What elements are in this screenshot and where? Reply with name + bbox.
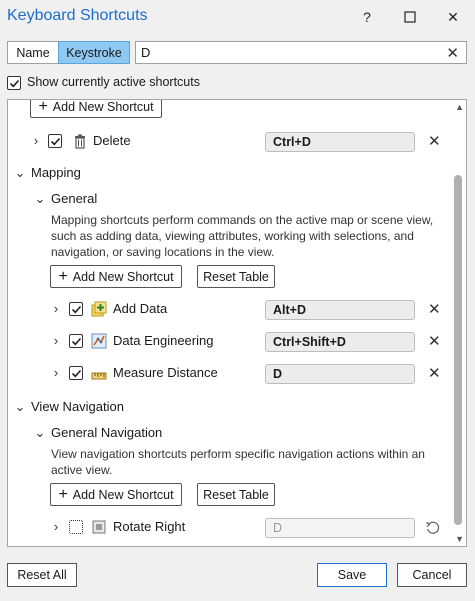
chevron-right-icon[interactable]: › bbox=[30, 133, 42, 148]
add-data-key-field[interactable]: Alt+D bbox=[265, 300, 415, 320]
chevron-down-icon[interactable]: ⌄ bbox=[34, 425, 46, 441]
add-new-shortcut-button-top[interactable]: + Add New Shortcut bbox=[30, 99, 162, 118]
mapping-description: Mapping shortcuts perform commands on th… bbox=[51, 213, 434, 259]
data-engineering-checkbox[interactable] bbox=[69, 334, 83, 348]
add-new-shortcut-button[interactable]: + Add New Shortcut bbox=[50, 265, 182, 288]
show-active-checkbox[interactable] bbox=[7, 76, 21, 90]
add-shortcut-label: Add New Shortcut bbox=[72, 487, 174, 502]
checkmark-icon bbox=[50, 137, 60, 145]
window-title: Keyboard Shortcuts bbox=[7, 7, 148, 24]
chevron-right-icon[interactable]: › bbox=[50, 365, 62, 380]
restore-default-icon[interactable] bbox=[425, 520, 441, 536]
group-general-navigation[interactable]: General Navigation bbox=[51, 425, 162, 440]
add-data-label: Add Data bbox=[113, 301, 168, 316]
remove-shortcut-icon[interactable]: ✕ bbox=[428, 332, 441, 350]
checkmark-icon bbox=[9, 79, 19, 87]
show-active-label: Show currently active shortcuts bbox=[27, 75, 200, 89]
maximize-button[interactable] bbox=[395, 6, 425, 28]
shortcut-list[interactable]: ▲ ▼ + Add New Shortcut › Delete Ctrl+D ✕ … bbox=[7, 99, 467, 547]
clear-search-icon[interactable]: ✕ bbox=[446, 44, 459, 62]
maximize-icon bbox=[404, 11, 416, 23]
category-view-navigation[interactable]: View Navigation bbox=[31, 399, 124, 414]
data-engineering-label: Data Engineering bbox=[113, 333, 214, 348]
chevron-right-icon[interactable]: › bbox=[50, 519, 62, 534]
reset-all-button[interactable]: Reset All bbox=[7, 563, 77, 587]
remove-shortcut-icon[interactable]: ✕ bbox=[428, 364, 441, 382]
view-navigation-description: View navigation shortcuts perform specif… bbox=[51, 447, 425, 477]
add-data-checkbox[interactable] bbox=[69, 302, 83, 316]
reset-table-button[interactable]: Reset Table bbox=[197, 483, 275, 506]
add-new-shortcut-button[interactable]: + Add New Shortcut bbox=[50, 483, 182, 506]
delete-checkbox[interactable] bbox=[48, 134, 62, 148]
remove-shortcut-icon[interactable]: ✕ bbox=[428, 132, 441, 150]
chevron-right-icon[interactable]: › bbox=[50, 301, 62, 316]
plus-icon: + bbox=[38, 99, 48, 115]
trash-icon bbox=[75, 134, 85, 149]
scrollbar-thumb[interactable] bbox=[454, 175, 462, 525]
search-box[interactable]: D ✕ bbox=[135, 41, 467, 64]
rotate-right-key-field[interactable]: D bbox=[265, 518, 415, 538]
checkmark-icon bbox=[71, 369, 81, 377]
measure-distance-label: Measure Distance bbox=[113, 365, 218, 380]
chevron-down-icon[interactable]: ⌄ bbox=[34, 191, 46, 207]
save-button[interactable]: Save bbox=[317, 563, 387, 587]
rotate-right-checkbox[interactable] bbox=[69, 520, 83, 534]
remove-shortcut-icon[interactable]: ✕ bbox=[428, 300, 441, 318]
title-bar: Keyboard Shortcuts ? ✕ bbox=[0, 0, 475, 34]
cancel-button[interactable]: Cancel bbox=[397, 563, 467, 587]
scroll-up-icon[interactable]: ▲ bbox=[455, 102, 464, 112]
checkmark-icon bbox=[71, 305, 81, 313]
plus-icon: + bbox=[58, 267, 68, 285]
scroll-down-icon[interactable]: ▼ bbox=[455, 534, 464, 544]
reset-table-button[interactable]: Reset Table bbox=[197, 265, 275, 288]
data-engineering-icon bbox=[91, 333, 107, 349]
group-general[interactable]: General bbox=[51, 191, 97, 206]
mode-keystroke-toggle[interactable]: Keystroke bbox=[58, 41, 130, 64]
plus-icon: + bbox=[58, 485, 68, 503]
rotate-right-icon bbox=[92, 520, 106, 534]
chevron-down-icon[interactable]: ⌄ bbox=[14, 399, 26, 415]
search-input[interactable]: D bbox=[141, 45, 150, 60]
close-window-button[interactable]: ✕ bbox=[438, 6, 468, 28]
add-data-icon bbox=[91, 301, 107, 317]
measure-distance-checkbox[interactable] bbox=[69, 366, 83, 380]
category-mapping[interactable]: Mapping bbox=[31, 165, 81, 180]
rotate-right-label: Rotate Right bbox=[113, 519, 186, 534]
checkmark-icon bbox=[71, 337, 81, 345]
measure-distance-key-field[interactable]: D bbox=[265, 364, 415, 384]
chevron-right-icon[interactable]: › bbox=[50, 333, 62, 348]
mode-name-toggle[interactable]: Name bbox=[7, 41, 59, 64]
delete-key-field[interactable]: Ctrl+D bbox=[265, 132, 415, 152]
help-button[interactable]: ? bbox=[352, 6, 382, 28]
measure-distance-icon bbox=[91, 372, 107, 380]
chevron-down-icon[interactable]: ⌄ bbox=[14, 165, 26, 181]
add-shortcut-label: Add New Shortcut bbox=[72, 269, 174, 284]
data-engineering-key-field[interactable]: Ctrl+Shift+D bbox=[265, 332, 415, 352]
delete-shortcut-label: Delete bbox=[93, 133, 131, 148]
add-shortcut-label: Add New Shortcut bbox=[52, 99, 154, 114]
